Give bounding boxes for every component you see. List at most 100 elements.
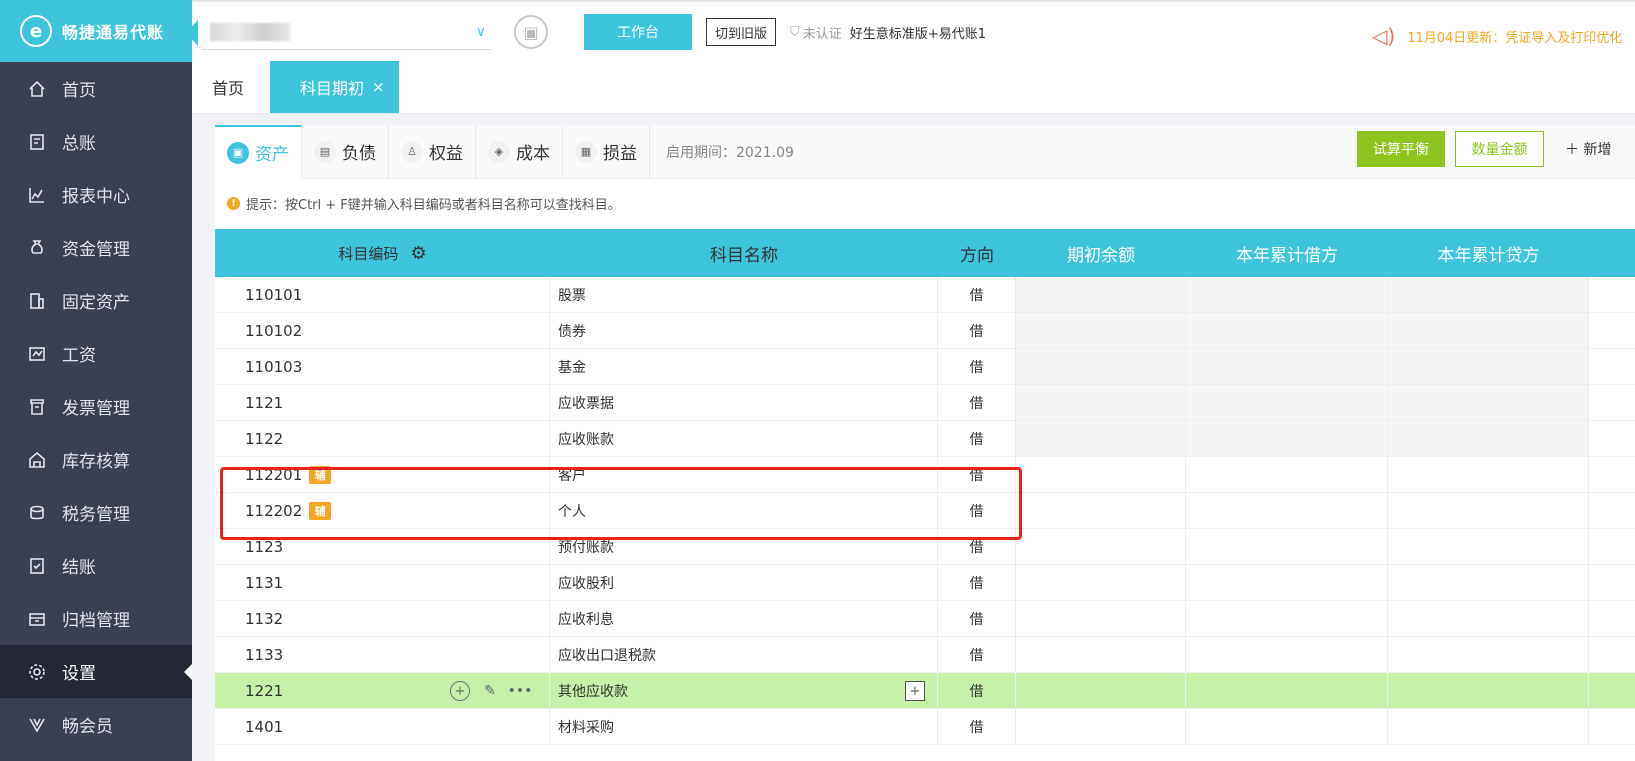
sidebar-item-5[interactable]: 工资 <box>0 327 192 380</box>
company-select[interactable]: ∨ <box>202 14 492 50</box>
ytd-debit-cell[interactable] <box>1186 529 1388 564</box>
account-code-cell[interactable]: 112202 辅 <box>215 493 550 528</box>
trial-balance-button[interactable]: 试算平衡 <box>1357 131 1445 167</box>
ytd-debit-cell[interactable] <box>1186 709 1388 744</box>
account-code-cell[interactable]: 110101 <box>215 277 550 312</box>
account-name-cell[interactable]: 应收利息 <box>550 601 938 636</box>
table-row[interactable]: 1132 应收利息 借 <box>215 601 1635 637</box>
account-name-cell[interactable]: 基金 <box>550 349 938 384</box>
ytd-credit-cell[interactable] <box>1388 529 1589 564</box>
table-row[interactable]: 1123 预付账款 借 <box>215 529 1635 565</box>
quantity-amount-button[interactable]: 数量金额 <box>1455 131 1544 167</box>
account-name-cell[interactable]: 股票 <box>550 277 938 312</box>
account-code-cell[interactable]: 1123 <box>215 529 550 564</box>
sidebar-item-7[interactable]: 库存核算 <box>0 433 192 486</box>
more-icon[interactable]: ••• <box>508 681 533 701</box>
add-subaccount-icon[interactable]: + <box>450 681 470 701</box>
opening-balance-cell[interactable] <box>1016 637 1186 672</box>
account-name-cell[interactable]: 应收出口退税款 <box>550 637 938 672</box>
ytd-credit-cell[interactable] <box>1388 385 1589 420</box>
sidebar-item-2[interactable]: 报表中心 <box>0 168 192 221</box>
table-row[interactable]: 112202 辅 个人 借 <box>215 493 1635 529</box>
account-code-cell[interactable]: 1133 <box>215 637 550 672</box>
category-tab-1[interactable]: ▤ 负债 <box>302 124 389 179</box>
ytd-debit-cell[interactable] <box>1186 277 1388 312</box>
ytd-debit-cell[interactable] <box>1186 673 1388 708</box>
account-name-cell[interactable]: 客户 <box>550 457 938 492</box>
auxiliary-badge[interactable]: 辅 <box>309 465 332 484</box>
ytd-credit-cell[interactable] <box>1388 349 1589 384</box>
account-name-cell[interactable]: 材料采购 <box>550 709 938 744</box>
account-code-cell[interactable]: 1131 <box>215 565 550 600</box>
category-tab-3[interactable]: ◈ 成本 <box>476 124 563 179</box>
edit-icon[interactable]: ✎ <box>480 681 500 701</box>
brand-logo[interactable]: e 畅捷通易代账 <box>0 0 192 62</box>
auxiliary-badge[interactable]: 辅 <box>309 501 332 520</box>
opening-balance-cell[interactable] <box>1016 673 1186 708</box>
account-code-cell[interactable]: 1401 <box>215 709 550 744</box>
opening-balance-cell[interactable] <box>1016 277 1186 312</box>
calendar-icon[interactable]: ▣ <box>514 15 548 49</box>
table-row[interactable]: 1131 应收股利 借 <box>215 565 1635 601</box>
account-code-cell[interactable]: 1121 <box>215 385 550 420</box>
account-code-cell[interactable]: 1122 <box>215 421 550 456</box>
ytd-credit-cell[interactable] <box>1388 565 1589 600</box>
account-code-cell[interactable]: 110102 <box>215 313 550 348</box>
ytd-debit-cell[interactable] <box>1186 601 1388 636</box>
ytd-debit-cell[interactable] <box>1186 565 1388 600</box>
account-name-cell[interactable]: 应收账款 <box>550 421 938 456</box>
table-row[interactable]: 110103 基金 借 <box>215 349 1635 385</box>
ytd-debit-cell[interactable] <box>1186 637 1388 672</box>
table-row[interactable]: 110101 股票 借 <box>215 277 1635 313</box>
sidebar-collapse-toggle[interactable] <box>186 20 198 46</box>
opening-balance-cell[interactable] <box>1016 421 1186 456</box>
table-row[interactable]: 1221 + ✎ ••• 其他应收款 + 借 <box>215 673 1635 709</box>
account-name-cell[interactable]: 预付账款 <box>550 529 938 564</box>
sidebar-item-8[interactable]: 税务管理 <box>0 486 192 539</box>
add-account-button[interactable]: ＋ 新增 <box>1565 139 1611 159</box>
tab-account-opening[interactable]: 科目期初 × <box>270 61 399 113</box>
table-row[interactable]: 1122 应收账款 借 <box>215 421 1635 457</box>
table-row[interactable]: 110102 债券 借 <box>215 313 1635 349</box>
ytd-debit-cell[interactable] <box>1186 349 1388 384</box>
table-row[interactable]: 1401 材料采购 借 <box>215 709 1635 745</box>
account-name-cell[interactable]: 应收股利 <box>550 565 938 600</box>
sidebar-item-1[interactable]: 总账 <box>0 115 192 168</box>
opening-balance-cell[interactable] <box>1016 493 1186 528</box>
account-name-cell[interactable]: 债券 <box>550 313 938 348</box>
opening-balance-cell[interactable] <box>1016 529 1186 564</box>
tab-home[interactable]: 首页 <box>192 61 264 113</box>
col-code-header[interactable]: 科目编码 ⚙ <box>215 229 550 277</box>
account-code-cell[interactable]: 1221 + ✎ ••• <box>215 673 550 708</box>
ytd-credit-cell[interactable] <box>1388 457 1589 492</box>
ytd-credit-cell[interactable] <box>1388 601 1589 636</box>
sidebar-item-9[interactable]: 结账 <box>0 539 192 592</box>
opening-balance-cell[interactable] <box>1016 457 1186 492</box>
sidebar-item-3[interactable]: 资金管理 <box>0 221 192 274</box>
ytd-credit-cell[interactable] <box>1388 673 1589 708</box>
switch-old-version-button[interactable]: 切到旧版 <box>706 18 777 46</box>
ytd-debit-cell[interactable] <box>1186 421 1388 456</box>
sidebar-item-12[interactable]: 畅会员 <box>0 698 192 751</box>
ytd-credit-cell[interactable] <box>1388 493 1589 528</box>
ytd-credit-cell[interactable] <box>1388 637 1589 672</box>
ytd-debit-cell[interactable] <box>1186 457 1388 492</box>
table-row[interactable]: 1121 应收票据 借 <box>215 385 1635 421</box>
account-name-cell[interactable]: 个人 <box>550 493 938 528</box>
category-tab-4[interactable]: ▦ 损益 <box>563 124 650 179</box>
ytd-credit-cell[interactable] <box>1388 421 1589 456</box>
category-tab-2[interactable]: ♙ 权益 <box>389 124 476 179</box>
ytd-credit-cell[interactable] <box>1388 709 1589 744</box>
category-tab-0[interactable]: ▣ 资产 <box>215 124 302 179</box>
update-notice[interactable]: ◁) 11月04日更新：凭证导入及打印优化 <box>1372 24 1622 48</box>
ytd-credit-cell[interactable] <box>1388 277 1589 312</box>
opening-balance-cell[interactable] <box>1016 313 1186 348</box>
account-name-cell[interactable]: 其他应收款 + <box>550 673 938 708</box>
gear-icon[interactable]: ⚙ <box>410 243 426 264</box>
table-row[interactable]: 1133 应收出口退税款 借 <box>215 637 1635 673</box>
close-icon[interactable]: × <box>372 78 385 96</box>
workbench-button[interactable]: 工作台 <box>584 14 692 50</box>
sidebar-item-4[interactable]: 固定资产 <box>0 274 192 327</box>
ytd-debit-cell[interactable] <box>1186 493 1388 528</box>
ytd-debit-cell[interactable] <box>1186 313 1388 348</box>
